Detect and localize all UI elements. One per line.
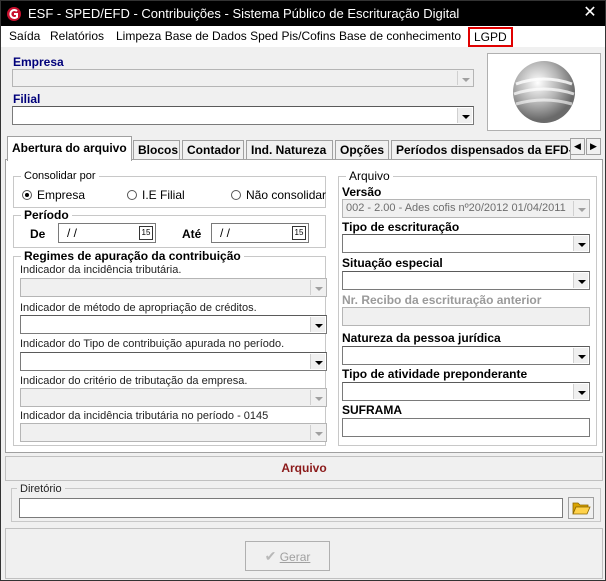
empresa-label: Empresa bbox=[13, 55, 64, 69]
title-bar: ESF - SPED/EFD - Contribuições - Sistema… bbox=[1, 1, 605, 26]
incidencia-select[interactable] bbox=[20, 278, 327, 297]
sphere-logo-icon bbox=[513, 61, 575, 123]
incidencia-0145-select[interactable] bbox=[20, 423, 327, 442]
tab-blocos[interactable]: Blocos bbox=[133, 140, 180, 160]
menu-base-conhecimento[interactable]: Base de conhecimento bbox=[337, 28, 463, 46]
arquivo-section-header: Arquivo bbox=[5, 456, 603, 481]
incidencia-label: Indicador da incidência tributária. bbox=[20, 264, 182, 276]
criterio-label: Indicador do critério de tributação da e… bbox=[20, 375, 248, 387]
tab-scroll-right-icon[interactable]: ▶ bbox=[586, 138, 601, 155]
periodo-title: Período bbox=[21, 208, 72, 222]
tab-scroll-left-icon[interactable]: ◀ bbox=[570, 138, 585, 155]
chevron-down-icon bbox=[310, 425, 325, 440]
chevron-down-icon bbox=[573, 236, 588, 251]
radio-empresa[interactable]: Empresa bbox=[22, 188, 85, 202]
tab-periodos-dispensados[interactable]: Períodos dispensados da EFD- bbox=[391, 140, 571, 160]
versao-label: Versão bbox=[342, 185, 382, 199]
natureza-select[interactable] bbox=[342, 346, 590, 365]
suframa-label: SUFRAMA bbox=[342, 403, 402, 417]
de-label: De bbox=[30, 227, 46, 241]
tipo-atividade-label: Tipo de atividade preponderante bbox=[342, 367, 528, 381]
chevron-down-icon bbox=[573, 348, 588, 363]
nr-recibo-label: Nr. Recibo da escrituração anterior bbox=[342, 293, 542, 307]
chevron-down-icon bbox=[310, 390, 325, 405]
chevron-down-icon bbox=[310, 280, 325, 295]
natureza-label: Natureza da pessoa jurídica bbox=[342, 331, 501, 345]
tipo-escrituracao-select[interactable] bbox=[342, 234, 590, 253]
periodo-de-input[interactable]: / / 15 bbox=[58, 223, 156, 243]
calendar-icon[interactable]: 15 bbox=[292, 226, 306, 240]
chevron-down-icon bbox=[457, 71, 472, 85]
product-logo bbox=[487, 53, 601, 131]
situacao-especial-label: Situação especial bbox=[342, 256, 443, 270]
radio-dot-icon bbox=[22, 190, 32, 200]
main-window: ESF - SPED/EFD - Contribuições - Sistema… bbox=[0, 0, 606, 581]
suframa-input[interactable] bbox=[342, 418, 590, 437]
radio-dot-icon bbox=[127, 190, 137, 200]
close-icon[interactable]: ✕ bbox=[581, 4, 599, 22]
window-title: ESF - SPED/EFD - Contribuições - Sistema… bbox=[28, 6, 460, 21]
chevron-down-icon bbox=[573, 273, 588, 288]
metodo-label: Indicador de método de apropriação de cr… bbox=[20, 302, 257, 314]
checkmark-icon: ✔ bbox=[264, 548, 277, 564]
menu-saida[interactable]: Saída bbox=[7, 28, 42, 46]
consolidar-title: Consolidar por bbox=[21, 170, 99, 182]
nr-recibo-input[interactable] bbox=[342, 307, 590, 326]
versao-select[interactable]: 002 - 2.00 - Ades cofis nº20/2012 01/04/… bbox=[342, 199, 590, 218]
radio-nao-consolidar[interactable]: Não consolidar bbox=[231, 188, 326, 202]
radio-ie-filial[interactable]: I.E Filial bbox=[127, 188, 185, 202]
tab-ind-natureza[interactable]: Ind. Natureza bbox=[246, 140, 333, 160]
ate-label: Até bbox=[182, 227, 202, 241]
gerar-button[interactable]: ✔ Gerar bbox=[245, 541, 330, 571]
filial-label: Filial bbox=[13, 92, 41, 106]
tab-panel-abertura: Consolidar por Empresa I.E Filial Não co… bbox=[5, 159, 603, 453]
diretorio-input[interactable] bbox=[19, 498, 563, 518]
chevron-down-icon bbox=[573, 201, 588, 216]
folder-open-icon bbox=[572, 502, 591, 515]
radio-dot-icon bbox=[231, 190, 241, 200]
metodo-select[interactable] bbox=[20, 315, 327, 334]
menu-lgpd[interactable]: LGPD bbox=[468, 27, 513, 47]
situacao-especial-select[interactable] bbox=[342, 271, 590, 290]
menu-bar: Saída Relatórios Limpeza Base de Dados S… bbox=[1, 26, 605, 47]
arquivo-group-title: Arquivo bbox=[346, 169, 393, 183]
tab-contador[interactable]: Contador bbox=[182, 140, 244, 160]
calendar-icon[interactable]: 15 bbox=[139, 226, 153, 240]
regimes-title: Regimes de apuração da contribuição bbox=[21, 249, 244, 263]
chevron-down-icon bbox=[457, 108, 472, 123]
chevron-down-icon bbox=[573, 384, 588, 399]
diretorio-label: Diretório bbox=[17, 483, 65, 495]
empresa-select[interactable] bbox=[12, 69, 474, 87]
app-logo-icon bbox=[7, 7, 21, 21]
tipo-contribuicao-label: Indicador do Tipo de contribuição apurad… bbox=[20, 338, 285, 350]
menu-limpeza-base[interactable]: Limpeza Base de Dados Sped Pis/Cofins bbox=[114, 28, 337, 46]
incidencia-0145-label: Indicador da incidência tributária no pe… bbox=[20, 410, 269, 422]
tipo-escrituracao-label: Tipo de escrituração bbox=[342, 220, 460, 234]
browse-folder-button[interactable] bbox=[568, 497, 594, 519]
chevron-down-icon bbox=[310, 354, 325, 369]
periodo-ate-input[interactable]: / / 15 bbox=[211, 223, 309, 243]
tab-opcoes[interactable]: Opções bbox=[335, 140, 389, 160]
tab-abertura-arquivo[interactable]: Abertura do arquivo bbox=[7, 136, 132, 161]
menu-relatorios[interactable]: Relatórios bbox=[48, 28, 106, 46]
tab-strip: Abertura do arquivo Blocos Contador Ind.… bbox=[5, 136, 605, 161]
chevron-down-icon bbox=[310, 317, 325, 332]
criterio-select[interactable] bbox=[20, 388, 327, 407]
tipo-contribuicao-select[interactable] bbox=[20, 352, 327, 371]
tipo-atividade-select[interactable] bbox=[342, 382, 590, 401]
filial-select[interactable] bbox=[12, 106, 474, 125]
